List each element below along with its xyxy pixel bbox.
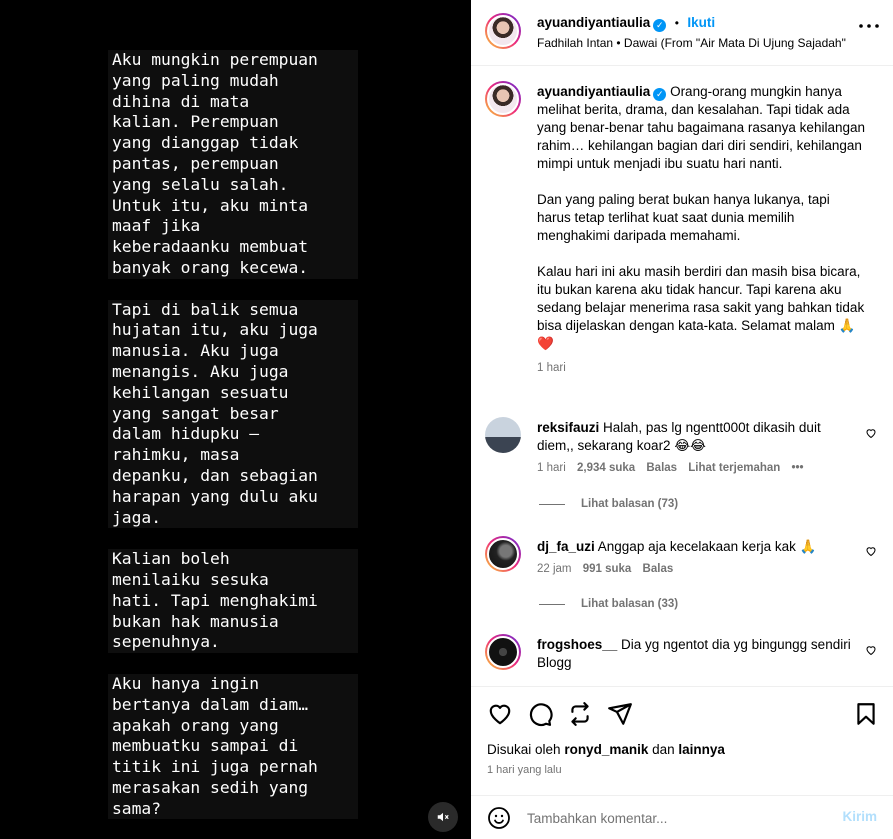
reply-button[interactable]: Balas [643,563,674,575]
story-text: Aku mungkin perempuan yang paling mudah … [108,50,358,839]
liked-by-prefix: Disukai oleh [487,742,561,757]
comment-username[interactable]: reksifauzi [537,420,599,435]
story-paragraph-1: Aku mungkin perempuan yang paling mudah … [108,50,358,279]
author-username[interactable]: ayuandiyantiaulia [537,15,650,30]
comment-likes[interactable]: 2,934 suka [577,462,635,474]
liked-by-and: dan [652,742,675,757]
repost-icon[interactable] [567,701,593,727]
comment-meta: 22 jam 991 suka Balas [537,563,673,575]
caption-time: 1 hari [537,362,566,374]
follow-button[interactable]: Ikuti [687,15,715,30]
comment-text: Anggap aja kecelakaan kerja kak 🙏 [597,539,817,554]
caption-paragraph-3: Kalau hari ini aku masih berdiri dan mas… [537,264,865,351]
comment-like-heart-icon[interactable] [865,427,877,439]
comment-more-button[interactable]: ••• [792,462,804,474]
verified-badge-icon: ✓ [653,19,667,32]
comment-avatar[interactable] [485,417,521,453]
like-heart-icon[interactable] [487,701,513,727]
comment-time[interactable]: 22 jam [537,563,572,575]
post-header: ayuandiyantiaulia ✓ • Ikuti Fadhilah Inta… [471,0,893,66]
story-paragraph-4: Aku hanya ingin bertanya dalam diam… apa… [108,673,358,820]
replies-divider [539,603,565,605]
comments-section[interactable]: ayuandiyantiaulia ✓ Orang-orang mungkin h… [471,67,893,686]
verified-badge-icon: ✓ [653,88,667,101]
caption: ayuandiyantiaulia ✓ Orang-orang mungkin h… [537,83,867,377]
comment-composer: Kirim [471,795,893,839]
post-sidebar: ayuandiyantiaulia ✓ • Ikuti Fadhilah Inta… [471,0,893,839]
replies-divider [539,503,565,505]
comment-like-heart-icon[interactable] [865,545,877,557]
comment-meta: 1 hari 2,934 suka Balas Lihat terjemahan… [537,462,804,474]
comment-likes[interactable]: 991 suka [583,563,632,575]
comment-username[interactable]: dj_fa_uzi [537,539,595,554]
liked-by-user[interactable]: ronyd_manik [564,742,648,757]
comment-input[interactable] [527,808,827,828]
comment-body: dj_fa_uzi Anggap aja kecelakaan kerja ka… [537,538,853,556]
header-separator: • [674,16,679,30]
caption-paragraph-2: Dan yang paling berat bukan hanya lukany… [537,192,830,243]
post-timestamp[interactable]: 1 hari yang lalu [487,764,562,776]
speaker-muted-icon [437,812,449,822]
post-media[interactable]: Aku mungkin perempuan yang paling mudah … [0,0,471,839]
caption-avatar[interactable] [485,81,521,117]
reply-button[interactable]: Balas [646,462,677,474]
caption-username[interactable]: ayuandiyantiaulia [537,84,650,99]
comment-time[interactable]: 1 hari [537,462,566,474]
header-title-row: ayuandiyantiaulia ✓ • Ikuti [537,14,715,32]
author-avatar[interactable] [485,13,521,49]
story-paragraph-3: Kalian boleh menilaiku sesuka hati. Tapi… [108,549,358,654]
comment-bubble-icon[interactable] [527,701,553,727]
view-replies-button[interactable]: Lihat balasan (73) [539,498,678,510]
comment-body: frogshoes__ Dia yg ngentot dia yg bingun… [537,636,853,672]
translate-button[interactable]: Lihat terjemahan [688,462,780,474]
comment-like-heart-icon[interactable] [865,644,877,656]
liked-by-summary: Disukai oleh ronyd_manik dan lainnya [487,742,725,757]
more-options-icon[interactable] [859,24,879,28]
story-paragraph-2: Tapi di balik semua hujatan itu, aku jug… [108,299,358,529]
comment-avatar[interactable] [485,536,521,572]
send-comment-button[interactable]: Kirim [842,809,877,824]
post-actions: Disukai oleh ronyd_manik dan lainnya 1 h… [471,686,893,801]
liked-by-others[interactable]: lainnya [678,742,725,757]
comment-avatar[interactable] [485,634,521,670]
mute-button[interactable] [428,802,458,832]
view-replies-button[interactable]: Lihat balasan (33) [539,598,678,610]
share-paper-plane-icon[interactable] [607,701,633,727]
audio-attribution[interactable]: Fadhilah Intan • Dawai (From "Air Mata D… [537,36,846,50]
view-replies-label: Lihat balasan (33) [581,598,679,610]
view-replies-label: Lihat balasan (73) [581,498,679,510]
comment-body: reksifauzi Halah, pas lg ngentt000t dika… [537,419,853,455]
comment-username[interactable]: frogshoes__ [537,637,617,652]
emoji-icon[interactable] [487,806,511,830]
bookmark-icon[interactable] [853,701,879,727]
